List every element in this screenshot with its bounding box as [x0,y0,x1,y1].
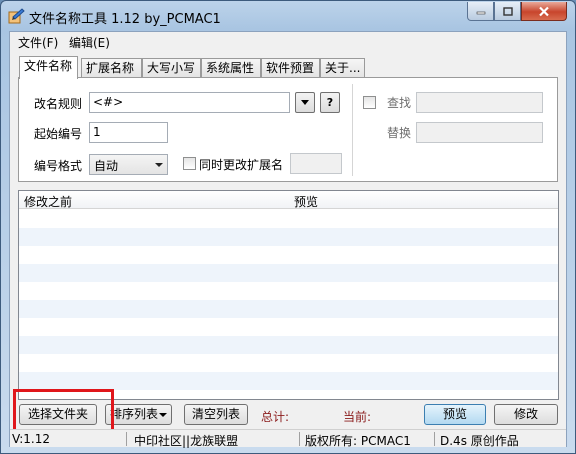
change-extension-label: 同时更改扩展名 [199,158,284,172]
start-number-label: 起始编号 [34,127,83,141]
tab-file-name[interactable]: 文件名称 [19,56,78,79]
app-window: 文件名称工具 1.12 by_PCMAC1 文件(F) 编辑(E) 文件名称 扩… [0,0,576,454]
status-bar: V:1.12 中印社区||龙族联盟 版权所有: PCMAC1 D.4s 原创作品 [10,429,566,448]
menu-edit[interactable]: 编辑(E) [67,34,112,51]
window-title: 文件名称工具 1.12 by_PCMAC1 [29,12,221,27]
change-extension-checkbox[interactable] [183,157,196,170]
menu-file[interactable]: 文件(F) [16,34,60,51]
status-separator [126,432,127,446]
tab-presets[interactable]: 软件预置 [261,58,320,78]
list-row [19,300,558,318]
find-input[interactable] [416,92,543,113]
sort-list-button[interactable]: 排序列表 [105,404,172,425]
title-bar: 文件名称工具 1.12 by_PCMAC1 [1,1,575,31]
replace-input[interactable] [416,122,543,143]
chevron-down-icon [301,100,309,105]
tab-extension[interactable]: 扩展名称 [81,58,142,78]
sort-list-label: 排序列表 [109,407,158,421]
minimize-icon [476,11,485,15]
status-separator [299,432,300,446]
close-icon [539,6,549,16]
column-before[interactable]: 修改之前 [24,193,72,210]
replace-label: 替换 [387,126,412,140]
status-original: D.4s 原创作品 [440,434,519,448]
client-area: 文件(F) 编辑(E) 文件名称 扩展名称 大写小写 系统属性 软件预置 关于.… [9,31,567,448]
status-separator [434,432,435,446]
tab-about[interactable]: 关于... [320,58,365,78]
panel-divider [352,84,353,176]
modify-button[interactable]: 修改 [494,404,558,425]
status-copyright: 版权所有: PCMAC1 [305,434,411,448]
total-label: 总计: [261,410,290,424]
clear-list-button[interactable]: 清空列表 [184,404,248,425]
rename-rule-label: 改名规则 [34,97,83,111]
app-icon [8,8,25,24]
close-button[interactable] [521,2,567,21]
list-row [19,354,558,372]
list-row [19,228,558,246]
number-format-select[interactable]: 自动 [89,154,168,175]
start-number-input[interactable]: 1 [89,122,168,143]
rename-rule-input[interactable]: <#> [89,92,290,113]
list-row [19,318,558,336]
file-list-rows [19,210,558,399]
status-version: V:1.12 [12,432,50,446]
minimize-button[interactable] [467,2,494,21]
menu-bar: 文件(F) 编辑(E) [10,32,566,52]
tab-panel-file-name: 改名规则 <#> ? 起始编号 1 编号格式 自动 同时更改扩展名 查找 替换 [18,77,558,182]
maximize-icon [502,6,513,16]
help-button[interactable]: ? [320,92,340,113]
current-label: 当前: [343,410,372,424]
number-format-label: 编号格式 [34,159,83,173]
chevron-down-icon [155,163,163,167]
file-list-header: 修改之前 预览 [19,191,558,209]
list-row [19,246,558,264]
list-row [19,282,558,300]
status-community: 中印社区||龙族联盟 [134,434,239,448]
tab-case[interactable]: 大写小写 [142,58,201,78]
file-list[interactable]: 修改之前 预览 [18,190,559,400]
list-row [19,336,558,354]
extension-input[interactable] [290,153,342,174]
dropdown-arrow-icon [159,412,167,417]
maximize-button[interactable] [494,2,521,21]
preview-button[interactable]: 预览 [424,404,486,425]
list-row [19,264,558,282]
list-row [19,210,558,228]
column-preview[interactable]: 预览 [294,193,318,210]
find-checkbox[interactable] [363,96,376,109]
tab-system-attributes[interactable]: 系统属性 [201,58,261,78]
rename-rule-dropdown-button[interactable] [295,92,315,113]
number-format-value: 自动 [94,159,119,173]
find-label: 查找 [387,96,412,110]
list-row [19,372,558,390]
